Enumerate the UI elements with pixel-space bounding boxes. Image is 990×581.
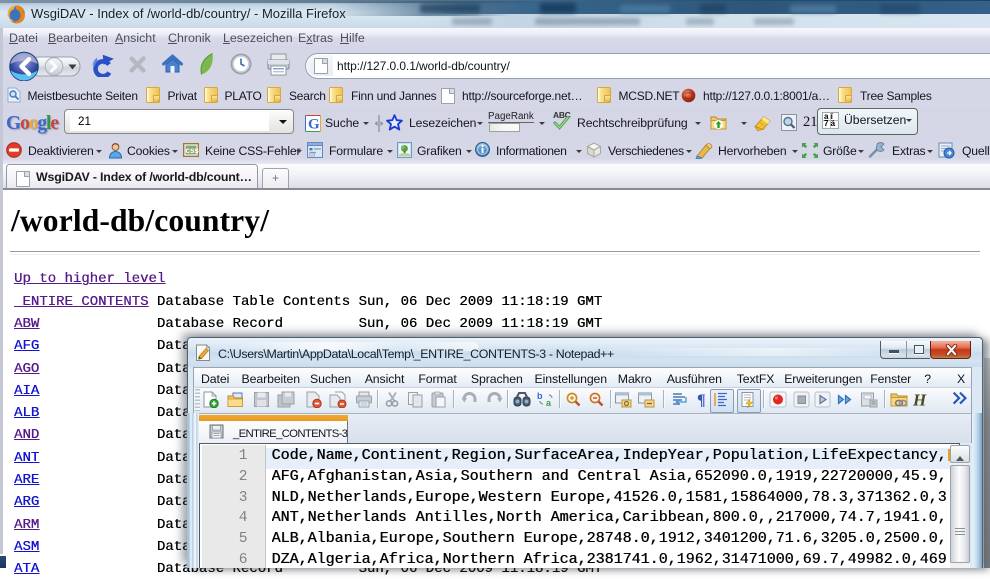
svg-text:css: css <box>186 146 200 155</box>
svg-text:G: G <box>308 117 320 133</box>
svg-text:b: b <box>537 391 543 401</box>
svg-text:H: H <box>913 391 927 408</box>
svg-text:¶: ¶ <box>697 392 706 408</box>
svg-text:a: a <box>546 398 552 408</box>
